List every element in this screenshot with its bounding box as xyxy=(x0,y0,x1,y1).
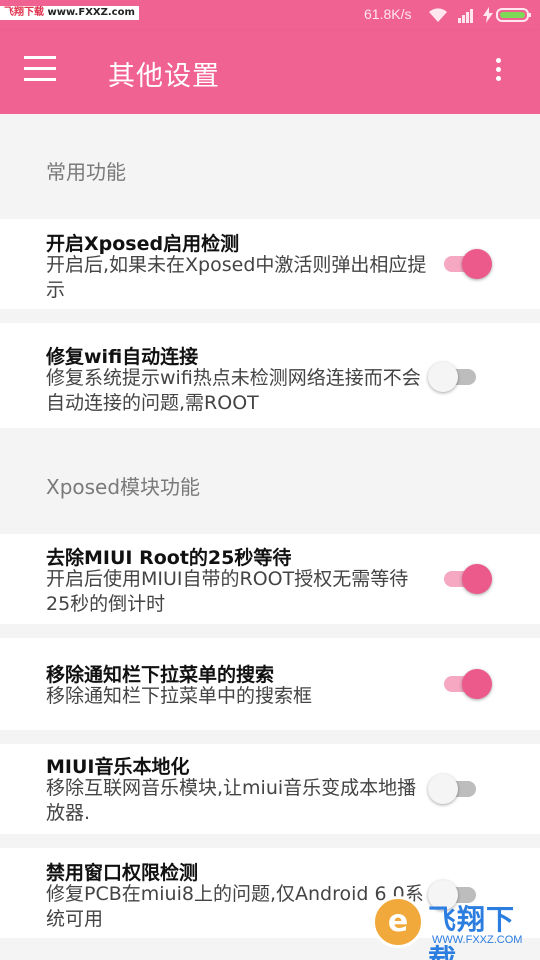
pref-row-miui-root-wait[interactable]: 去除MIUI Root的25秒等待 开启后使用MIUI自带的ROOT授权无需等待… xyxy=(0,534,540,624)
pref-summary: 移除通知栏下拉菜单中的搜索框 xyxy=(46,685,313,707)
watermark-circle-icon: e xyxy=(372,896,424,948)
toggle-switch-on[interactable] xyxy=(440,667,492,701)
pref-summary: 修复系统提示wifi热点未检测网络连接而不会自动连接的问题,需ROOT xyxy=(46,367,421,414)
pref-title: MIUI音乐本地化 xyxy=(46,756,190,778)
signal-icon xyxy=(458,9,473,23)
watermark-badge: 飞翔下载 www.FXXZ.com xyxy=(0,6,139,20)
toggle-switch-off[interactable] xyxy=(428,360,480,394)
section-header-xposed: Xposed模块功能 xyxy=(0,428,540,534)
toggle-switch-on[interactable] xyxy=(440,562,492,596)
pref-summary: 移除互联网音乐模块,让miui音乐变成本地播放器. xyxy=(46,777,417,824)
watermark-name: 飞翔下载 xyxy=(428,903,516,960)
pref-title: 修复wifi自动连接 xyxy=(46,346,199,368)
battery-icon xyxy=(496,8,531,22)
section-header-common: 常用功能 xyxy=(0,114,540,219)
watermark-url: WWW.FXXZ.COM xyxy=(432,934,523,946)
pref-row-wifi-fix[interactable]: 修复wifi自动连接 修复系统提示wifi热点未检测网络连接而不会自动连接的问题… xyxy=(0,323,540,428)
pref-row-xposed-check[interactable]: 开启Xposed启用检测 开启后,如果未在Xposed中激活则弹出相应提示 xyxy=(0,219,540,309)
pref-summary: 开启后使用MIUI自带的ROOT授权无需等待25秒的倒计时 xyxy=(46,568,409,615)
pref-title: 开启Xposed启用检测 xyxy=(46,233,240,255)
pref-title: 去除MIUI Root的25秒等待 xyxy=(46,547,292,569)
app-toolbar: 其他设置 xyxy=(0,30,540,114)
pref-summary: 开启后,如果未在Xposed中激活则弹出相应提示 xyxy=(46,254,427,301)
wifi-icon xyxy=(429,8,447,22)
toggle-switch-on[interactable] xyxy=(440,247,492,281)
hamburger-menu-icon[interactable] xyxy=(24,56,60,86)
charging-icon xyxy=(483,7,493,23)
watermark-domain-label: www.FXXZ.com xyxy=(47,7,135,18)
status-bar: 飞翔下载 www.FXXZ.com 61.8K/s xyxy=(0,0,540,30)
pref-row-miui-music[interactable]: MIUI音乐本地化 移除互联网音乐模块,让miui音乐变成本地播放器. xyxy=(0,744,540,834)
section-header-label: Xposed模块功能 xyxy=(46,475,201,499)
watermark-logo: e 飞翔下载 WWW.FXXZ.COM xyxy=(372,896,532,960)
section-header-label: 常用功能 xyxy=(46,160,126,184)
pref-title: 禁用窗口权限检测 xyxy=(46,862,199,884)
more-vertical-icon[interactable] xyxy=(490,58,506,88)
toggle-switch-off[interactable] xyxy=(428,772,480,806)
watermark-site-label: 飞翔下载 xyxy=(4,7,44,18)
pref-row-remove-search[interactable]: 移除通知栏下拉菜单的搜索 移除通知栏下拉菜单中的搜索框 xyxy=(0,638,540,730)
pref-title: 移除通知栏下拉菜单的搜索 xyxy=(46,664,275,686)
page-title: 其他设置 xyxy=(108,61,220,92)
net-speed: 61.8K/s xyxy=(364,6,412,22)
